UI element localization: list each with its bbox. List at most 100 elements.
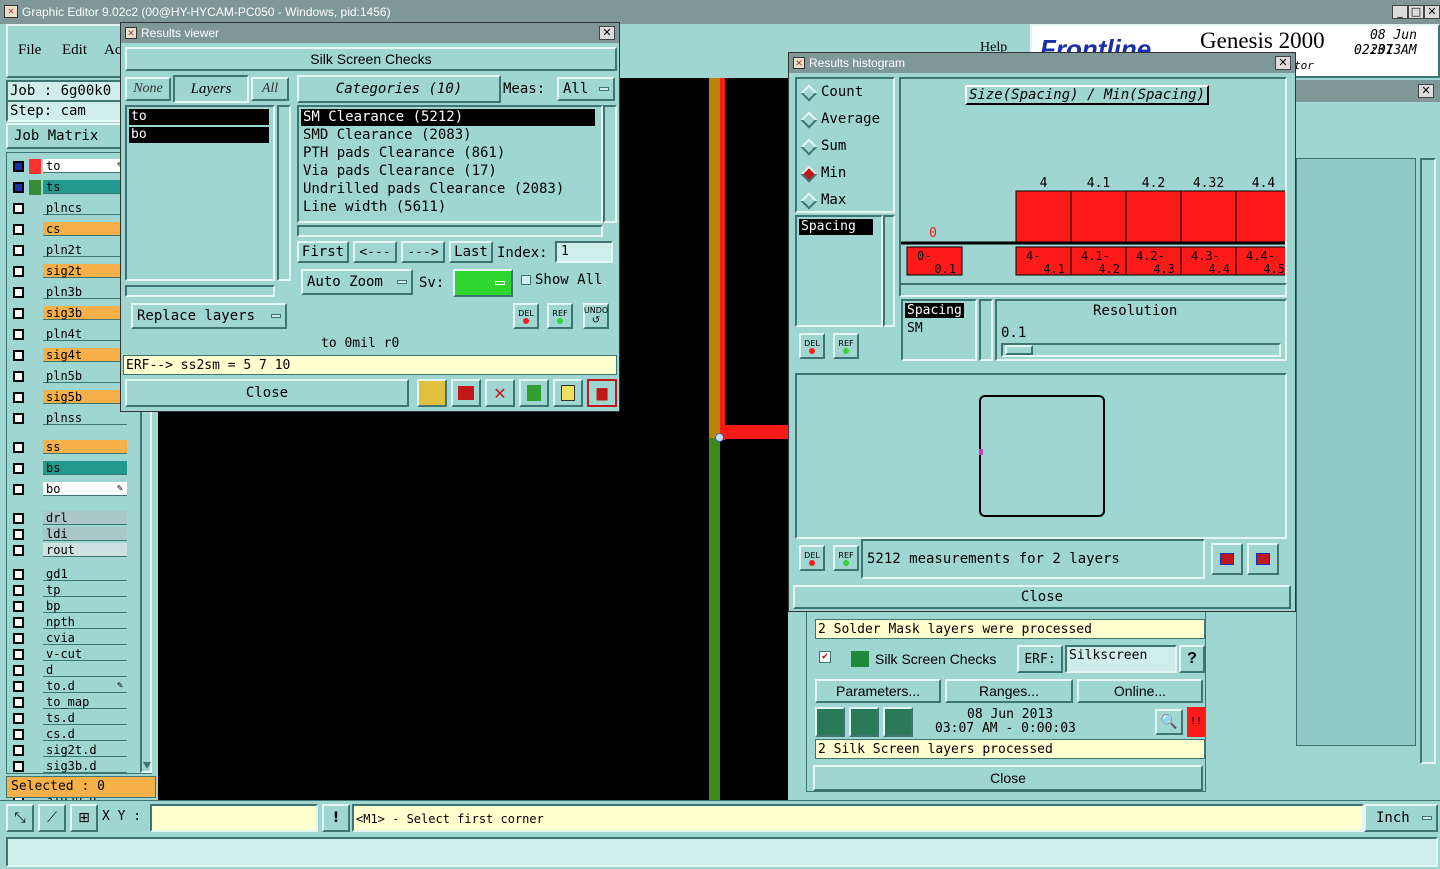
layer-name[interactable]: ts [43, 180, 127, 194]
layer-select-box[interactable] [13, 761, 24, 772]
layer-name[interactable]: sig3b.d [43, 759, 127, 773]
layer-select-box[interactable] [13, 350, 24, 361]
xy-input[interactable] [150, 804, 318, 832]
results-viewer-close-icon[interactable]: ✕ [599, 26, 615, 40]
hist-del-icon[interactable]: DEL [799, 333, 825, 359]
rv-layer-item[interactable]: to [129, 109, 269, 125]
resolution-slider[interactable] [1001, 343, 1281, 357]
layer-name[interactable]: to✎ [43, 159, 127, 173]
histogram-icon[interactable]: ▆ [587, 379, 617, 407]
layer-color-swatch[interactable] [29, 180, 41, 195]
stat-label[interactable]: Count [821, 84, 863, 100]
menu-edit[interactable]: Edit [62, 42, 87, 59]
layer-name[interactable]: sig2t.d [43, 743, 127, 757]
layer-select-box[interactable] [13, 245, 24, 256]
layer-name[interactable]: bs [43, 461, 127, 475]
layer-name[interactable]: ss [43, 440, 127, 454]
job-matrix-button[interactable]: Job Matrix [6, 123, 122, 149]
hist-ref2-icon[interactable]: REF [833, 545, 859, 571]
rv-categories-hscrollbar[interactable] [297, 225, 603, 237]
layer-view-icon[interactable] [417, 379, 447, 407]
layer-name[interactable]: tp [43, 583, 127, 597]
measure-box-item[interactable]: SM [907, 321, 923, 336]
hist-del2-icon[interactable]: DEL [799, 545, 825, 571]
category-item[interactable]: Via pads Clearance (17) [301, 163, 595, 180]
layers-button[interactable]: Layers [173, 75, 249, 103]
layer-name[interactable]: rout [43, 543, 127, 557]
right-panel-close-icon[interactable]: ✕ [1418, 84, 1434, 98]
category-item[interactable]: Line width (5611) [301, 199, 595, 216]
layer-select-box[interactable] [13, 287, 24, 298]
histogram-bar[interactable] [1070, 190, 1127, 244]
layer-select-box[interactable] [13, 633, 24, 644]
layer-select-box[interactable] [13, 463, 24, 474]
layer-name[interactable]: bp [43, 599, 127, 613]
show-all-checkbox[interactable] [521, 275, 531, 285]
menu-file[interactable]: File [18, 42, 41, 59]
maximize-icon[interactable]: □ [1408, 5, 1424, 19]
menu-action[interactable]: Ac [104, 42, 122, 59]
all-layers-button[interactable]: All [251, 77, 289, 101]
layer-name[interactable]: gd1 [43, 567, 127, 581]
layer-name[interactable]: pln5b [43, 369, 127, 383]
layer-select-box[interactable] [13, 224, 24, 235]
clear-icon[interactable]: ✕ [485, 379, 515, 407]
stat-radio[interactable] [800, 165, 818, 183]
layer-select-box[interactable] [13, 585, 24, 596]
layer-select-box[interactable] [13, 161, 24, 172]
layer-select-box[interactable] [13, 484, 24, 495]
rv-categories-scrollbar[interactable] [603, 105, 617, 223]
layer-name[interactable]: plncs [43, 201, 127, 215]
layer-select-box[interactable] [13, 681, 24, 692]
layer-select-box[interactable] [13, 601, 24, 612]
hist-ref-icon[interactable]: REF [833, 333, 859, 359]
layer-name[interactable]: sig4t [43, 348, 127, 362]
measure-tool-icon[interactable]: ⟋ [38, 804, 66, 832]
layer-select-box[interactable] [13, 545, 24, 556]
layer-name[interactable]: drl [43, 511, 127, 525]
layer-name[interactable]: ts.d [43, 711, 127, 725]
units-dropdown[interactable]: Inch [1364, 804, 1438, 832]
ref-icon[interactable]: REF [547, 303, 573, 329]
category-item[interactable]: Undrilled pads Clearance (2083) [301, 181, 595, 198]
layer-name[interactable]: v-cut [43, 647, 127, 661]
stat-label[interactable]: Average [821, 111, 880, 127]
stat-radio[interactable] [800, 138, 818, 156]
layer-select-box[interactable] [13, 392, 24, 403]
layer-name[interactable]: cs.d [43, 727, 127, 741]
measure-scrollbar[interactable] [883, 215, 895, 327]
layer-select-box[interactable] [13, 371, 24, 382]
category-item[interactable]: PTH pads Clearance (861) [301, 145, 595, 162]
layer-name[interactable]: sig5b [43, 390, 127, 404]
zoom-in-icon[interactable] [1211, 543, 1243, 575]
del-icon[interactable]: DEL [513, 303, 539, 329]
checklist-close-button[interactable]: Close [813, 765, 1203, 791]
zoom-icon[interactable]: 🔍 [1155, 709, 1183, 735]
category-item[interactable]: SM Clearance (5212) [301, 109, 595, 126]
histogram-close-icon[interactable]: ✕ [1275, 56, 1291, 70]
layer-select-box[interactable] [13, 649, 24, 660]
close-icon[interactable]: ✕ [1424, 5, 1440, 19]
layer-name[interactable]: pln4t [43, 327, 127, 341]
erf-label[interactable]: ERF: [1017, 645, 1063, 673]
layer-name[interactable]: cvia [43, 631, 127, 645]
replace-layers-dropdown[interactable]: Replace layers [131, 303, 287, 329]
ranges-button[interactable]: Ranges... [945, 679, 1073, 703]
layer-select-box[interactable] [13, 529, 24, 540]
stat-label[interactable]: Min [821, 165, 846, 181]
grid-tool-icon[interactable]: ⊞ [70, 804, 98, 832]
layer-select-box[interactable] [13, 329, 24, 340]
online-button[interactable]: Online... [1077, 679, 1203, 703]
measure-box-scrollbar[interactable] [979, 299, 993, 361]
stat-radio[interactable] [800, 111, 818, 129]
layer-select-box[interactable] [13, 442, 24, 453]
layer-name[interactable]: npth [43, 615, 127, 629]
results-viewer-close-button[interactable]: Close [125, 379, 409, 407]
stat-label[interactable]: Max [821, 192, 846, 208]
stat-radio[interactable] [800, 84, 818, 102]
layer-name[interactable]: pln2t [43, 243, 127, 257]
layer-select-box[interactable] [13, 513, 24, 524]
histogram-bar[interactable] [1125, 190, 1182, 244]
layer-name[interactable]: bo ✎ [43, 482, 127, 496]
layer-name[interactable]: sig2t [43, 264, 127, 278]
